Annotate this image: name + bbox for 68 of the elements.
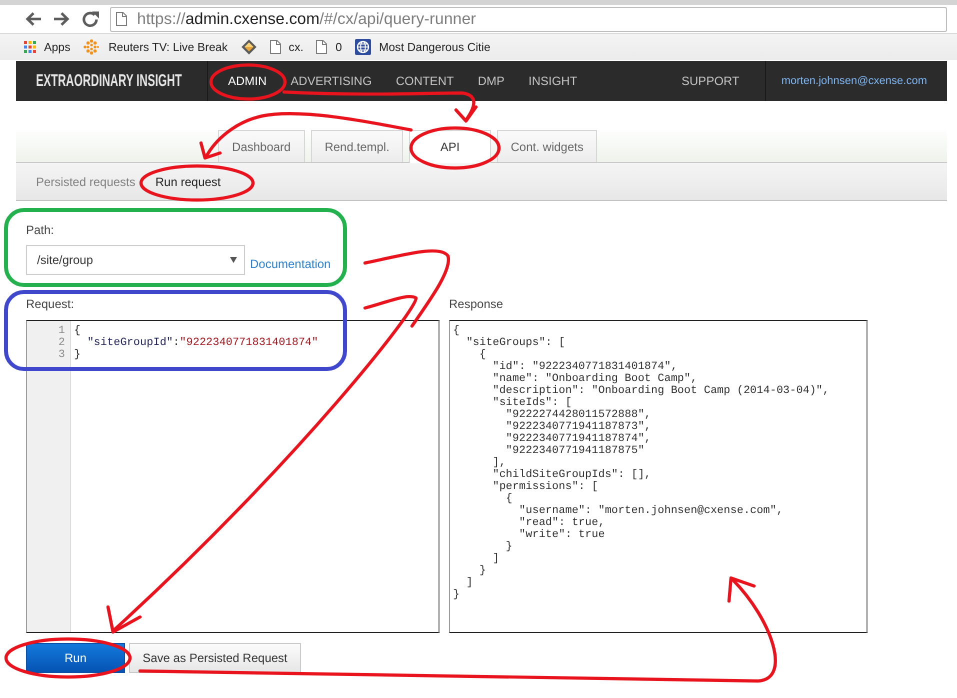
back-arrow-icon[interactable] <box>24 11 42 27</box>
code-line: "permissions": [ <box>492 481 600 493</box>
code-line: "read": true, <box>518 517 606 529</box>
code-line: } <box>74 349 82 361</box>
nav-link[interactable]: ADMIN <box>216 74 279 88</box>
code-line: } <box>504 541 514 553</box>
address-field[interactable]: https://admin.cxense.com/#/cx/api/query-runner <box>110 6 947 32</box>
code-line: "id": "9222340771831401874", <box>492 361 678 373</box>
globe-icon <box>354 39 371 55</box>
code-line: { <box>504 493 514 505</box>
diamond-icon <box>240 39 257 55</box>
bookmark-link[interactable]: Reuters TV: Live Break <box>83 39 228 55</box>
code-line: "9222274428011572888", <box>504 409 652 421</box>
line-number: 2 <box>57 337 66 349</box>
code-line: "9222340771941187873", <box>504 421 652 433</box>
code-line: "name": "Onboarding Boot Camp", <box>492 373 698 385</box>
tab[interactable]: API <box>409 130 491 163</box>
response-label: Response <box>449 297 504 311</box>
code-line: { <box>74 325 82 337</box>
code-line: "siteGroupId":"9222340771831401874" <box>86 337 318 349</box>
code-line: "childSiteGroupIds": [], <box>492 469 652 481</box>
page-icon <box>116 12 127 26</box>
bookmark-link[interactable]: cx. <box>270 40 304 54</box>
tab[interactable]: Dashboard <box>218 130 305 162</box>
line-number: 1 <box>57 325 66 337</box>
code-line: { <box>453 325 461 337</box>
nav-link[interactable]: INSIGHT <box>516 74 590 88</box>
page-icon <box>316 40 328 54</box>
request-label: Request: <box>26 297 76 311</box>
request-editor[interactable]: 1 2 3 { "siteGroupId":"9222340771831401874" } <box>26 320 440 633</box>
path-select[interactable]: /site/group <box>26 245 245 275</box>
code-line: { <box>478 349 488 361</box>
code-line: "siteIds": [ <box>492 397 573 409</box>
bookmark-link[interactable] <box>240 39 257 55</box>
tab[interactable]: Cont. widgets <box>496 130 598 162</box>
support-link[interactable]: SUPPORT <box>682 74 766 88</box>
code-line: "description": "Onboarding Boot Camp (2014-03-04)", <box>492 385 830 397</box>
path-label: Path: <box>26 223 56 237</box>
nav-link[interactable]: CONTENT <box>384 74 466 88</box>
save-request-button[interactable]: Save as Persisted Request <box>129 643 301 673</box>
brand-logo-text: EXTRAORDINARY INSIGHT <box>36 71 182 91</box>
tab[interactable]: Rend.templ. <box>310 130 404 162</box>
nav-link[interactable]: DMP <box>466 74 516 88</box>
bookmark-link[interactable]: Most Dangerous Citie <box>354 39 490 55</box>
run-button[interactable]: Run <box>26 643 125 673</box>
code-line: "9222340771941187874", <box>504 433 652 445</box>
dot-cluster-icon <box>83 39 100 55</box>
documentation-link[interactable]: Documentation <box>250 257 331 271</box>
bookmark-link[interactable]: 0 <box>316 40 342 54</box>
code-line: } <box>453 589 461 601</box>
bookmark-link[interactable]: Apps <box>24 40 70 54</box>
subtab-link[interactable]: Run request <box>155 174 221 188</box>
reload-icon[interactable] <box>82 10 100 28</box>
code-line: "siteGroups": [ <box>465 337 566 349</box>
code-line: } <box>478 565 488 577</box>
user-email-link[interactable]: morten.johnsen@cxense.com <box>781 75 927 87</box>
code-line: ], <box>492 457 507 469</box>
apps-grid-icon <box>24 41 36 53</box>
line-number: 3 <box>57 349 66 361</box>
code-line: ] <box>465 577 474 589</box>
nav-link[interactable]: ADVERTISING <box>278 74 384 88</box>
code-line: ] <box>492 553 500 565</box>
caret-icon <box>230 257 237 263</box>
page-icon <box>270 40 281 54</box>
code-line: "write": true <box>518 529 606 541</box>
code-line: "9222340771941187875" <box>504 445 646 457</box>
forward-arrow-icon[interactable] <box>53 11 71 27</box>
code-line: "username": "morten.johnsen@cxense.com", <box>518 505 784 517</box>
